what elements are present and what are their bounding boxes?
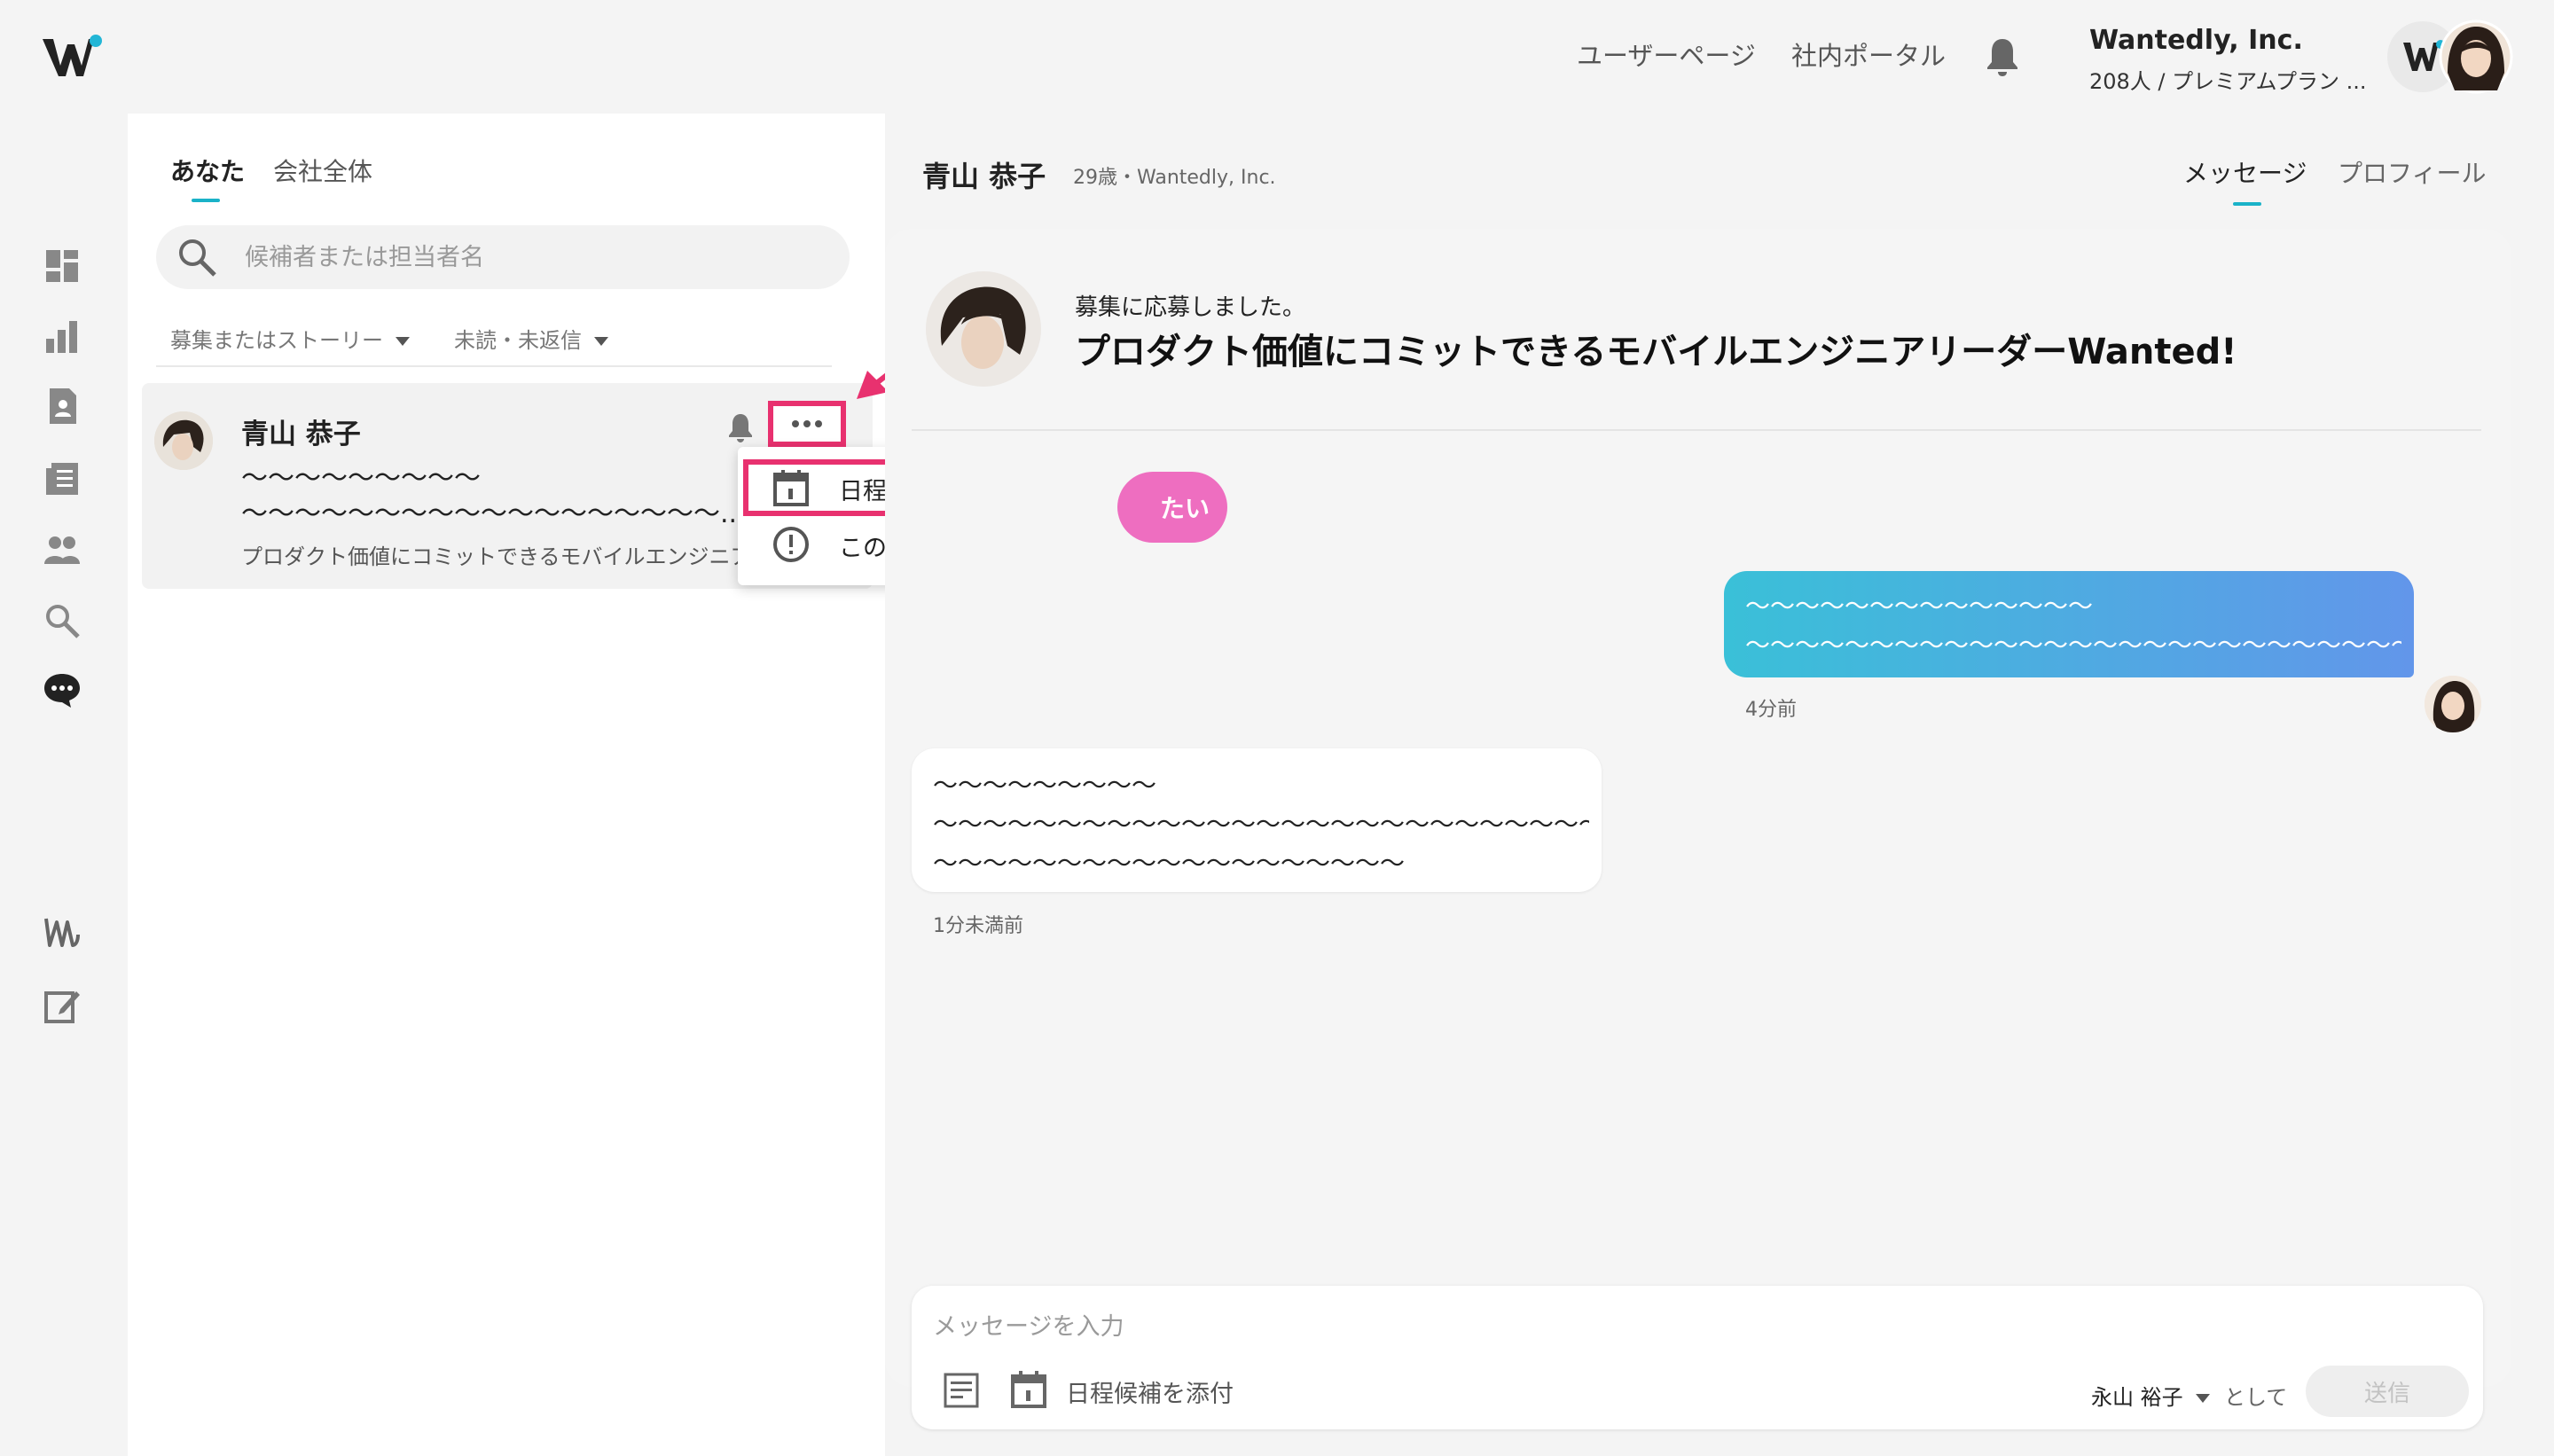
more-dots-icon: [815, 420, 822, 427]
filter-unread-label: 未読・未返信: [454, 328, 582, 353]
company-plan: 208人 / プレミアムプラン ...: [2089, 69, 2367, 94]
filter-recruitment-dropdown[interactable]: 募集またはストーリー: [170, 323, 410, 354]
outgoing-message-line: 〜〜〜〜〜〜〜〜〜〜〜〜〜〜: [1745, 591, 2094, 621]
calendar-icon: [773, 470, 809, 506]
send-button[interactable]: 送信: [2306, 1366, 2469, 1417]
bell-icon[interactable]: [725, 411, 756, 443]
sender-select[interactable]: 永山 裕子: [2091, 1380, 2210, 1411]
top-header: [0, 0, 2554, 114]
attach-schedule-button[interactable]: 日程候補を添付: [1066, 1374, 1234, 1409]
people-icon[interactable]: [43, 530, 82, 569]
candidate-meta: 29歳・Wantedly, Inc.: [1073, 167, 1276, 189]
candidate-name: 青山 恭子: [922, 160, 1046, 193]
sender-avatar: [2425, 676, 2481, 732]
outgoing-message-line: 〜〜〜〜〜〜〜〜〜〜〜〜〜〜〜〜〜〜〜〜〜〜〜〜〜〜〜: [1745, 630, 2401, 660]
wantedly-logo-icon[interactable]: [41, 32, 105, 82]
conversation-preview-line: 〜〜〜〜〜〜〜〜〜: [241, 463, 481, 494]
right-tab-active-indicator: [2233, 202, 2261, 206]
candidate-file-icon[interactable]: [43, 387, 82, 426]
chevron-down-icon: [594, 337, 608, 346]
nav-portal-link[interactable]: 社内ポータル: [1791, 35, 1946, 73]
message-input[interactable]: [933, 1302, 2440, 1351]
chevron-down-icon: [396, 337, 410, 346]
notification-bell-icon[interactable]: [1983, 35, 2022, 78]
conversation-avatar: [154, 411, 213, 470]
company-name[interactable]: Wantedly, Inc.: [2089, 25, 2303, 56]
search-icon: [179, 239, 216, 277]
filter-unread-dropdown[interactable]: 未読・未返信: [454, 323, 608, 354]
conversation-list-panel: [128, 114, 885, 1456]
chevron-down-icon: [2195, 1394, 2210, 1403]
job-title-link[interactable]: プロダクト価値にコミットできるモバイルエンジニアリーダーWanted!: [1075, 323, 2237, 374]
incoming-message-time: 1分未満前: [933, 915, 1023, 937]
compose-note-icon[interactable]: [43, 986, 82, 1025]
nav-user-page-link[interactable]: ユーザーページ: [1577, 35, 1756, 73]
template-icon[interactable]: [942, 1371, 981, 1410]
applicant-avatar: [926, 271, 1041, 387]
incoming-message-line: 〜〜〜〜〜〜〜〜〜〜〜〜〜〜〜〜〜〜〜: [933, 849, 1406, 878]
as-label: として: [2224, 1385, 2288, 1410]
more-dots-icon: [792, 420, 799, 427]
search-input[interactable]: [245, 225, 830, 289]
conversation-job-title: プロダクト価値にコミットできるモバイルエンジニア: [241, 544, 738, 569]
tab-active-indicator: [192, 199, 220, 202]
search-nav-icon[interactable]: [43, 601, 82, 640]
dashboard-icon[interactable]: [43, 247, 82, 286]
filter-divider: [156, 365, 832, 367]
incoming-message-line: 〜〜〜〜〜〜〜〜〜: [933, 771, 1157, 800]
account-avatar[interactable]: [2384, 20, 2515, 94]
tab-company[interactable]: 会社全体: [273, 153, 372, 188]
tab-messages[interactable]: メッセージ: [2183, 154, 2307, 190]
interest-pill-text: たい: [1160, 494, 1210, 523]
messages-icon[interactable]: [43, 670, 82, 709]
tab-profile[interactable]: プロフィール: [2338, 154, 2486, 190]
conversation-name: 青山 恭子: [241, 419, 361, 450]
stories-icon[interactable]: [43, 459, 82, 498]
incoming-message-line: 〜〜〜〜〜〜〜〜〜〜〜〜〜〜〜〜〜〜〜〜〜〜〜〜〜〜〜: [933, 810, 1589, 839]
more-options-button[interactable]: [782, 408, 832, 440]
chat-divider: [912, 429, 2481, 431]
applied-label: 募集に応募しました。: [1075, 294, 1306, 321]
sender-select-label: 永山 裕子: [2091, 1385, 2183, 1410]
outgoing-message-time: 4分前: [1745, 699, 1797, 721]
wantedly-home-icon[interactable]: [43, 913, 82, 952]
filter-recruitment-label: 募集またはストーリー: [170, 328, 383, 353]
analytics-icon[interactable]: [43, 317, 82, 356]
conversation-preview-line: 〜〜〜〜〜〜〜〜〜〜〜〜〜〜〜〜〜〜...: [241, 498, 738, 529]
tab-you[interactable]: あなた: [170, 153, 245, 188]
calendar-icon[interactable]: [1009, 1369, 1048, 1410]
alert-circle-icon: [773, 527, 809, 562]
more-dots-icon: [803, 420, 811, 427]
